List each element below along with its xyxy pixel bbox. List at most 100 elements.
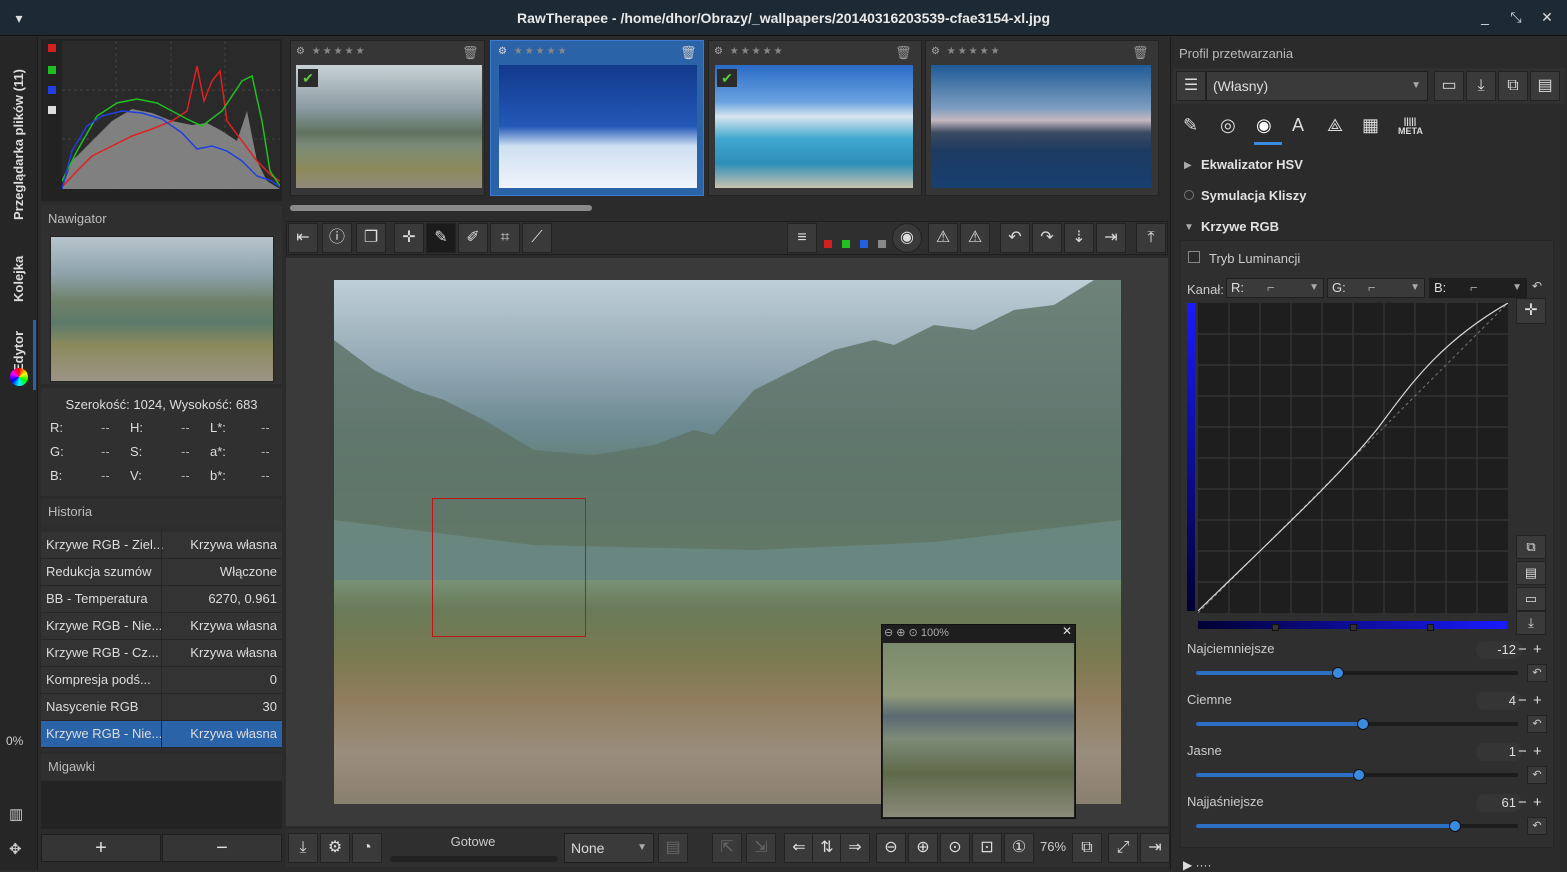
- rotate-left-icon[interactable]: ↶: [1000, 223, 1030, 253]
- curve-graph[interactable]: [1198, 303, 1508, 613]
- curve-point-marker[interactable]: [1272, 624, 1279, 631]
- preview-luminance-toggle[interactable]: [878, 240, 886, 248]
- copy-profile-icon[interactable]: ⧉: [1498, 71, 1528, 101]
- profile-list-icon[interactable]: ☰: [1176, 71, 1206, 101]
- shadow-clip-warning-icon[interactable]: ⚠: [928, 223, 958, 253]
- save-profile-icon[interactable]: ⤓: [1466, 71, 1496, 101]
- minus-icon[interactable]: −: [1518, 743, 1527, 761]
- profile-select[interactable]: None ▼: [564, 833, 654, 863]
- slider-value-field[interactable]: 61: [1476, 794, 1522, 812]
- new-detail-window-icon[interactable]: ⧉: [1072, 833, 1102, 863]
- send-to-editor-icon[interactable]: ◔: [352, 833, 382, 863]
- sync-filmstrip-icon[interactable]: ⇅: [812, 833, 842, 863]
- info-icon[interactable]: ⓘ: [322, 223, 352, 253]
- exposure-tab-icon[interactable]: ✎: [1183, 115, 1198, 136]
- plus-icon[interactable]: +: [1533, 743, 1542, 761]
- paste-curve-icon[interactable]: ▤: [1516, 561, 1546, 585]
- add-snapshot-button[interactable]: +: [41, 834, 161, 862]
- tab-file-browser[interactable]: Przeglądarka plików (11): [4, 50, 34, 220]
- flip-vertical-icon[interactable]: ⇣: [1064, 223, 1094, 253]
- filmstrip-icon[interactable]: ▥: [9, 805, 23, 823]
- preview-blue-toggle[interactable]: [860, 240, 868, 248]
- reset-curve-icon[interactable]: ↶: [1532, 279, 1542, 293]
- tool-rgb-curves[interactable]: Krzywe RGB: [1201, 219, 1279, 234]
- history-row[interactable]: BB - Temperatura 6270, 0.961: [41, 586, 282, 613]
- luminance-checkbox[interactable]: [1188, 251, 1200, 263]
- history-row[interactable]: Krzywe RGB - Nie... Krzywa własna: [41, 613, 282, 640]
- tab-editor[interactable]: Edytor: [4, 320, 34, 372]
- thumbnail-2-rating[interactable]: ⚙ ★★★★★: [498, 46, 569, 57]
- curve-point-marker[interactable]: [1427, 624, 1434, 631]
- slider-value-field[interactable]: 4: [1476, 692, 1522, 710]
- highlight-clip-warning-icon[interactable]: ⚠: [960, 223, 990, 253]
- before-after-icon[interactable]: ❐: [356, 223, 386, 253]
- straighten-icon[interactable]: ⟋: [522, 223, 552, 253]
- move-icon[interactable]: ✥: [9, 840, 22, 858]
- flip-horizontal-icon[interactable]: ⇥: [1096, 223, 1126, 253]
- thumbnail-3-rating[interactable]: ⚙ ★★★★★: [714, 46, 785, 57]
- paste-profile-icon[interactable]: ▤: [1530, 71, 1560, 101]
- previous-image-icon[interactable]: ⇐: [784, 833, 814, 863]
- focus-mask-icon[interactable]: ◉: [892, 223, 922, 253]
- filmstrip-scrollbar[interactable]: [290, 205, 592, 211]
- channel-r-dropdown[interactable]: R: ⌐ ▼: [1226, 278, 1324, 298]
- slider-knob[interactable]: [1357, 718, 1369, 730]
- color-picker-icon[interactable]: ✎: [426, 223, 456, 253]
- raw-tab-icon[interactable]: ▦: [1362, 115, 1379, 136]
- film-sim-enable-toggle[interactable]: [1184, 190, 1194, 200]
- history-row[interactable]: Redukcja szumów Włączone: [41, 559, 282, 586]
- preview-red-toggle[interactable]: [824, 240, 832, 248]
- save-curve-icon[interactable]: ⤓: [1516, 611, 1546, 635]
- zoom-fit-crop-icon[interactable]: ⊡: [972, 833, 1002, 863]
- remove-snapshot-button[interactable]: −: [162, 834, 282, 862]
- history-row[interactable]: Krzywe RGB - Nie... Krzywa własna: [41, 721, 282, 748]
- open-curve-icon[interactable]: ▭: [1516, 587, 1546, 611]
- minimize-button[interactable]: _: [1476, 8, 1494, 26]
- trash-icon[interactable]: 🗑: [895, 45, 912, 61]
- close-button[interactable]: ✕: [1538, 8, 1556, 26]
- history-row[interactable]: Kompresja podś... 0: [41, 667, 282, 694]
- crop-icon[interactable]: ⌗: [490, 223, 520, 253]
- expand-arrow-icon[interactable]: ▶: [1184, 160, 1192, 171]
- reset-icon[interactable]: ↶: [1527, 715, 1547, 733]
- channel-g-dropdown[interactable]: G: ⌐ ▼: [1327, 278, 1425, 298]
- tool-film-simulation[interactable]: Symulacja Kliszy: [1201, 188, 1307, 203]
- open-profile-icon[interactable]: ▭: [1434, 71, 1464, 101]
- hide-top-panel-button[interactable]: ⤒: [1136, 223, 1166, 253]
- plus-icon[interactable]: +: [1533, 794, 1542, 812]
- navigator-thumbnail[interactable]: [50, 236, 274, 382]
- collapse-arrow-icon[interactable]: ▼: [1184, 222, 1194, 233]
- reset-icon[interactable]: ↶: [1527, 766, 1547, 784]
- rotate-right-icon[interactable]: ↷: [1032, 223, 1062, 253]
- slider-value-field[interactable]: 1: [1476, 743, 1522, 761]
- edit-point-icon[interactable]: ✛: [1516, 298, 1546, 324]
- rating-stars[interactable]: ★★★★★: [514, 46, 569, 57]
- tool-hsv-equalizer[interactable]: Ekwalizator HSV: [1201, 157, 1303, 172]
- profile-dropdown[interactable]: (Własny) ▼: [1206, 71, 1428, 101]
- minus-icon[interactable]: −: [1518, 641, 1527, 659]
- preview-green-toggle[interactable]: [842, 240, 850, 248]
- transform-tab-icon[interactable]: ⟁: [1327, 115, 1343, 136]
- trash-icon[interactable]: 🗑: [680, 45, 697, 61]
- history-row[interactable]: Nasycenie RGB 30: [41, 694, 282, 721]
- trash-icon[interactable]: 🗑: [462, 45, 479, 61]
- window-menu-chevron-down-icon[interactable]: ▾: [10, 9, 28, 27]
- zoom-fit-icon[interactable]: ⊙: [940, 833, 970, 863]
- zoom-100-icon[interactable]: ①: [1004, 833, 1034, 863]
- red-channel-toggle[interactable]: [48, 44, 56, 52]
- zoom-out-icon[interactable]: ⊖: [876, 833, 906, 863]
- rating-stars[interactable]: ★★★★★: [312, 46, 367, 57]
- minus-icon[interactable]: −: [1518, 794, 1527, 812]
- blue-channel-toggle[interactable]: [48, 86, 56, 94]
- queue-settings-icon[interactable]: ⚙: [320, 833, 350, 863]
- luminance-toggle[interactable]: [48, 106, 56, 114]
- reset-icon[interactable]: ↶: [1527, 817, 1547, 835]
- hide-left-panel-button[interactable]: ⇤: [288, 223, 318, 253]
- color-tab-icon[interactable]: ◉: [1256, 115, 1272, 136]
- zoom-in-icon[interactable]: ⊕: [908, 833, 938, 863]
- plus-icon[interactable]: +: [1533, 641, 1542, 659]
- fullscreen-icon[interactable]: ⤢: [1108, 833, 1138, 863]
- tab-queue[interactable]: Kolejka: [4, 232, 34, 302]
- curve-point-marker[interactable]: [1350, 624, 1357, 631]
- history-row[interactable]: Krzywe RGB - Cz... Krzywa własna: [41, 640, 282, 667]
